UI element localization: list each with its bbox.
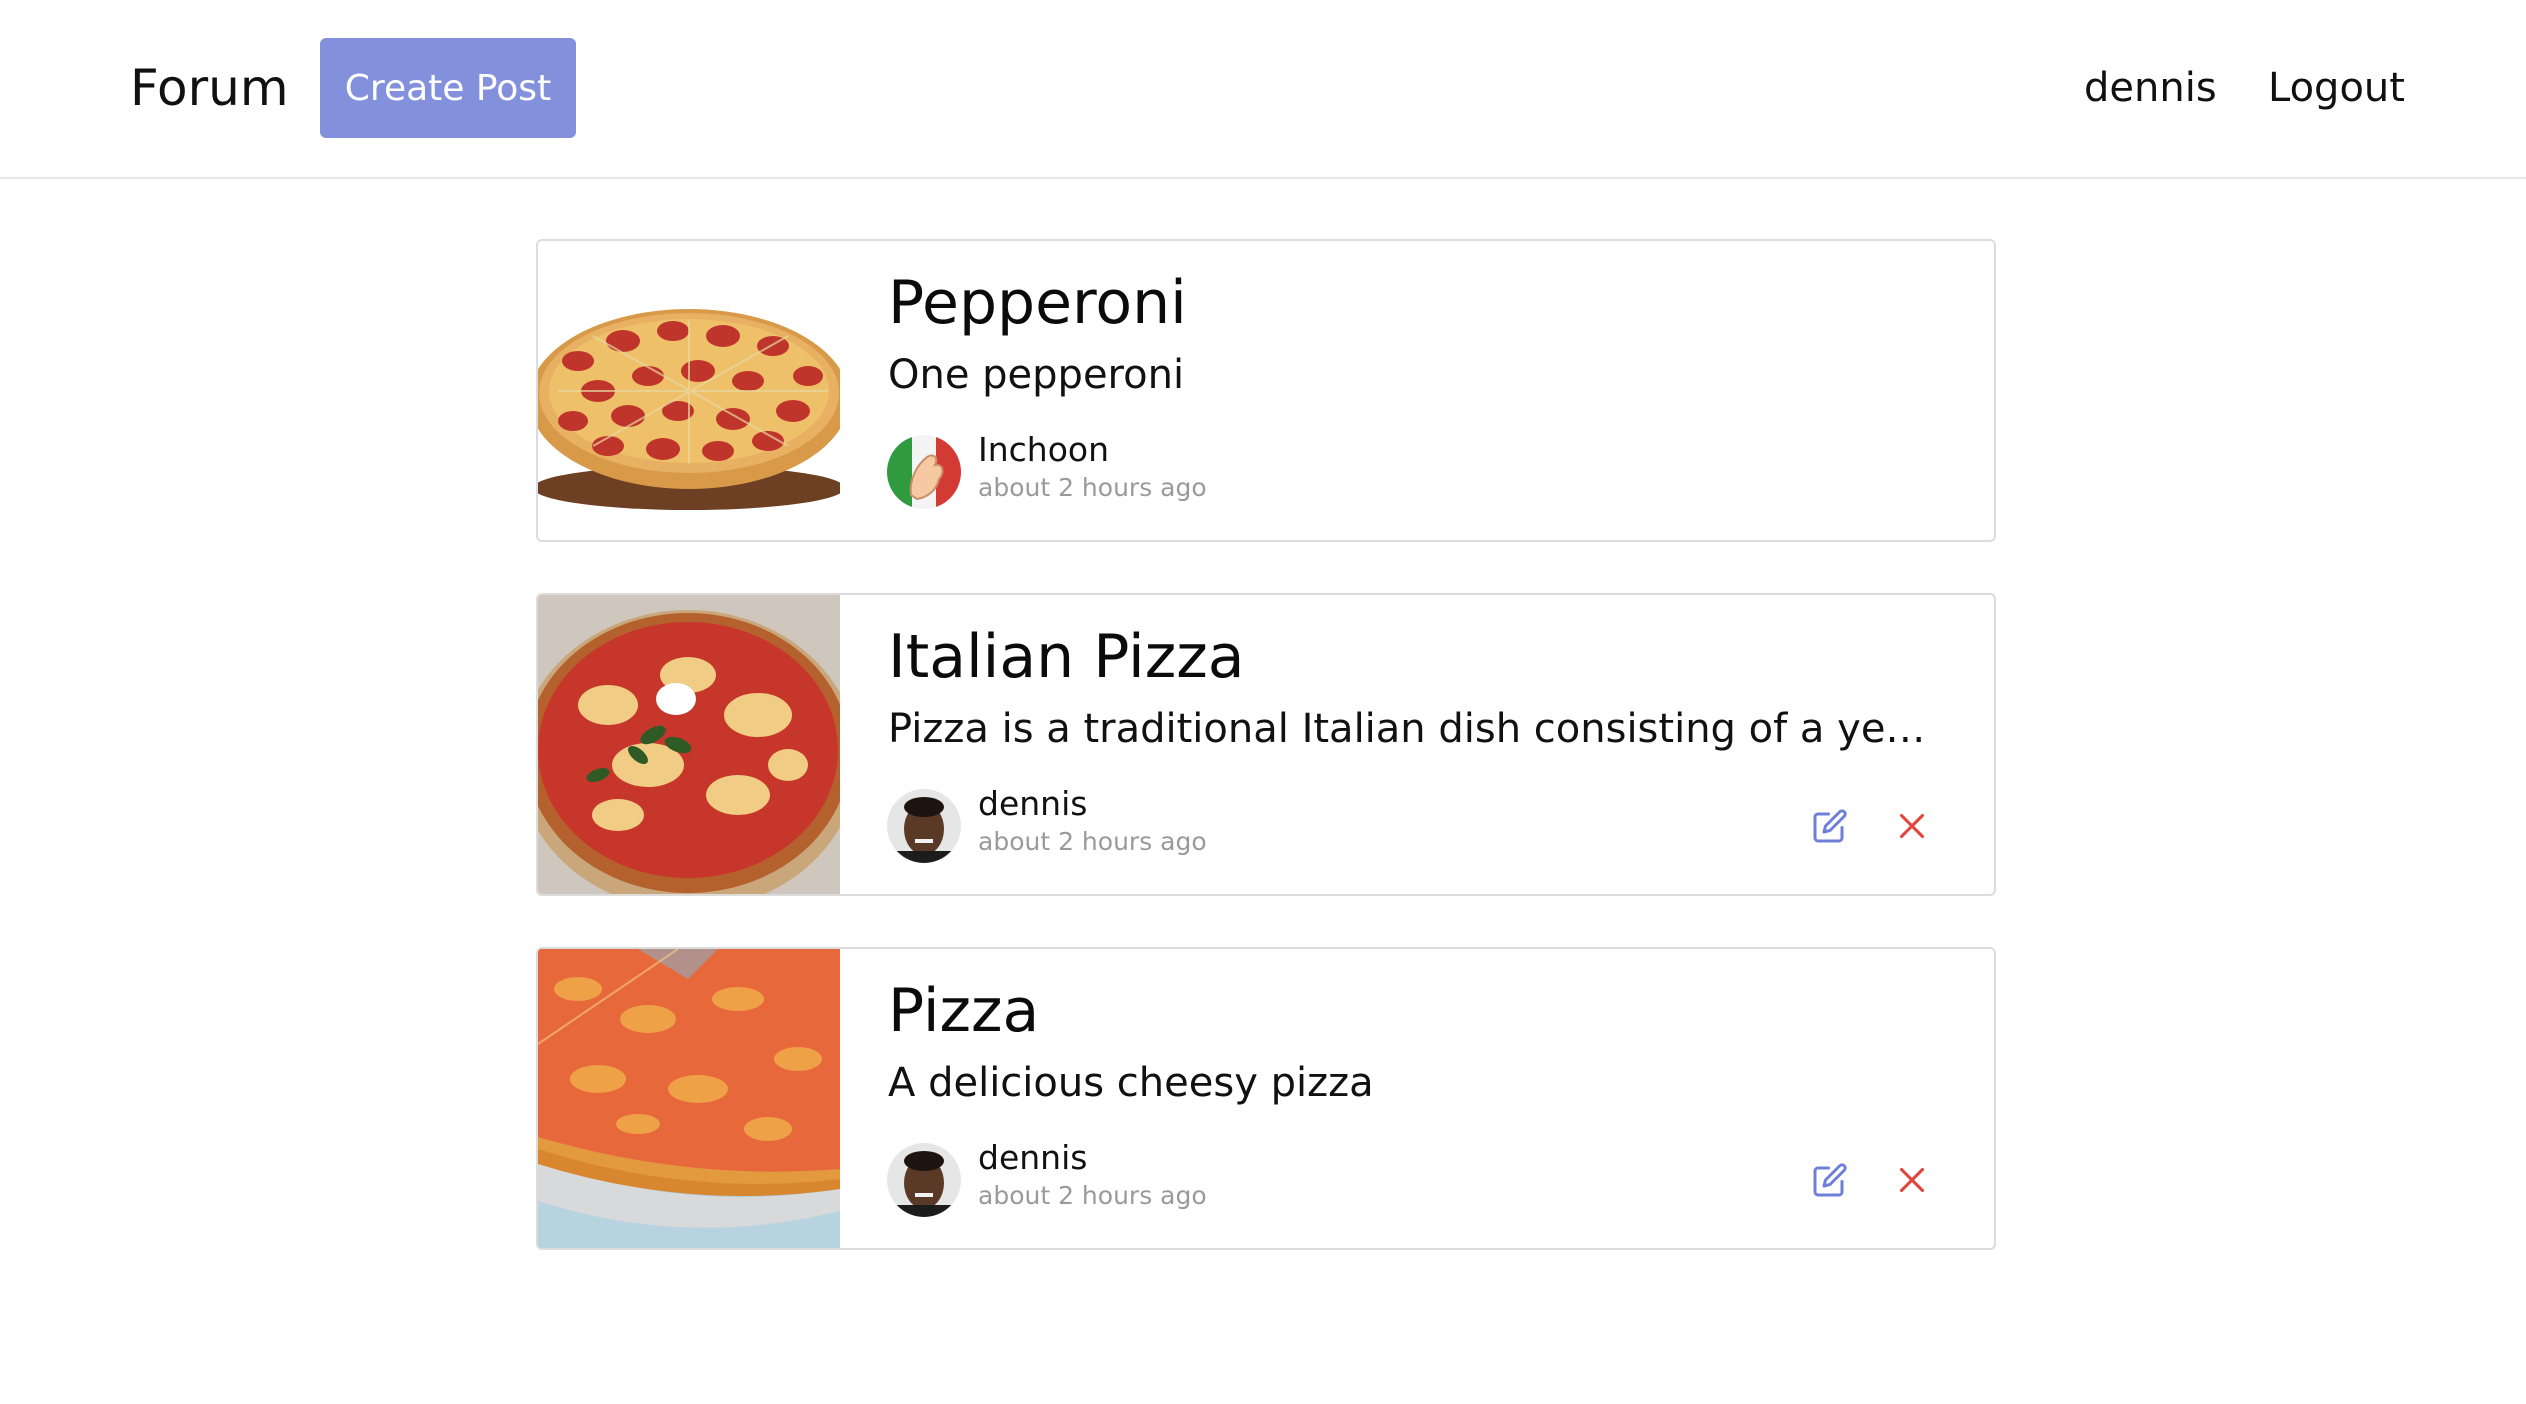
nav-username-link[interactable]: dennis xyxy=(2084,62,2217,114)
post-timestamp: about 2 hours ago xyxy=(978,473,1207,502)
post-thumbnail xyxy=(538,949,840,1248)
post-excerpt: One pepperoni xyxy=(888,352,1185,398)
author-avatar xyxy=(887,789,961,863)
author-avatar xyxy=(887,435,961,509)
post-title[interactable]: Italian Pizza xyxy=(888,619,1244,695)
post-thumbnail xyxy=(538,241,840,540)
logout-link[interactable]: Logout xyxy=(2268,62,2405,114)
create-post-button[interactable]: Create Post xyxy=(320,38,576,138)
post-timestamp: about 2 hours ago xyxy=(978,1181,1207,1210)
post-card[interactable]: Italian Pizza Pizza is a traditional Ita… xyxy=(536,593,1996,896)
post-card[interactable]: Pizza A delicious cheesy pizza dennis ab… xyxy=(536,947,1996,1250)
close-icon xyxy=(1899,1167,1925,1193)
edit-post-button[interactable] xyxy=(1808,1158,1852,1202)
post-thumbnail xyxy=(538,595,840,894)
edit-icon xyxy=(1813,1163,1847,1197)
top-navbar: Forum Create Post dennis Logout xyxy=(0,0,2526,179)
post-title[interactable]: Pepperoni xyxy=(888,265,1187,341)
author-avatar xyxy=(887,1143,961,1217)
post-timestamp: about 2 hours ago xyxy=(978,827,1207,856)
author-name[interactable]: Inchoon xyxy=(978,429,1109,471)
edit-post-button[interactable] xyxy=(1808,804,1852,848)
edit-icon xyxy=(1813,809,1847,843)
post-card[interactable]: Pepperoni One pepperoni Inchoon about 2 … xyxy=(536,239,1996,542)
author-name[interactable]: dennis xyxy=(978,783,1087,825)
close-icon xyxy=(1899,813,1925,839)
author-name[interactable]: dennis xyxy=(978,1137,1087,1179)
brand-logo-link[interactable]: Forum xyxy=(130,54,289,122)
delete-post-button[interactable] xyxy=(1892,1160,1932,1200)
post-title[interactable]: Pizza xyxy=(888,973,1039,1049)
post-excerpt: Pizza is a traditional Italian dish cons… xyxy=(888,706,1948,752)
delete-post-button[interactable] xyxy=(1892,806,1932,846)
post-excerpt: A delicious cheesy pizza xyxy=(888,1060,1374,1106)
